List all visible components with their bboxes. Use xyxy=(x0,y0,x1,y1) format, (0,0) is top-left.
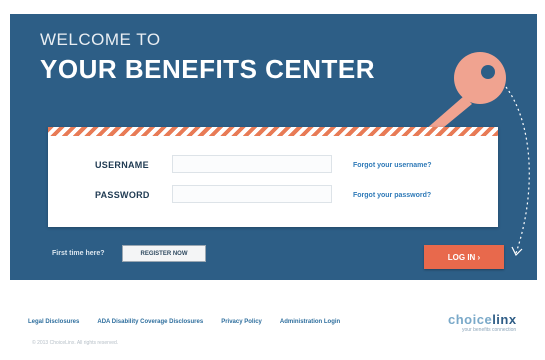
password-label: PASSWORD xyxy=(95,190,150,200)
page-title: YOUR BENEFITS CENTER xyxy=(40,54,376,84)
login-button[interactable]: LOG IN › xyxy=(424,245,504,269)
logo-tagline: your benefits connection xyxy=(462,327,517,333)
login-card: USERNAME Forgot your username? PASSWORD … xyxy=(48,127,498,227)
admin-login-link[interactable]: Administration Login xyxy=(280,319,340,325)
username-input[interactable] xyxy=(172,155,332,173)
logo-word: choicelinx xyxy=(448,312,517,327)
choicelinx-logo: choicelinx your benefits connection xyxy=(448,312,526,348)
first-time-text: First time here? xyxy=(52,250,105,257)
privacy-policy-link[interactable]: Privacy Policy xyxy=(221,319,262,325)
decorative-stripe xyxy=(48,127,498,136)
forgot-username-link[interactable]: Forgot your username? xyxy=(353,162,432,169)
username-label: USERNAME xyxy=(95,160,149,170)
password-input[interactable] xyxy=(172,185,332,203)
dotted-arrow-icon xyxy=(505,86,530,257)
footer-links: Legal Disclosures ADA Disability Coverag… xyxy=(28,319,340,325)
register-button[interactable]: REGISTER NOW xyxy=(122,245,206,262)
welcome-text: WELCOME TO xyxy=(40,30,161,49)
legal-disclosures-link[interactable]: Legal Disclosures xyxy=(28,319,79,325)
copyright-text: © 2013 ChoiceLinx. All rights reserved. xyxy=(32,340,119,346)
forgot-password-link[interactable]: Forgot your password? xyxy=(353,192,431,199)
ada-disclosures-link[interactable]: ADA Disability Coverage Disclosures xyxy=(97,319,203,325)
